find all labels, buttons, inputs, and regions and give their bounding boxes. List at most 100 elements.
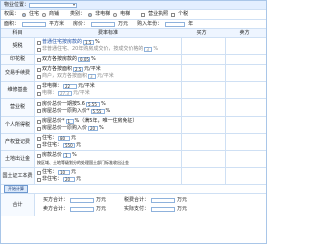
income-checkbox[interactable] — [37, 119, 41, 124]
land-checkbox[interactable] — [37, 153, 41, 158]
cert-res-checkbox[interactable] — [37, 170, 41, 175]
tax-total-field[interactable] — [151, 198, 176, 203]
buyer-cell — [182, 99, 226, 116]
table-row: 营业税 房价总价一期按5.6 5.55 % 房屋总价一原购入价* 5.55 % — [1, 99, 266, 117]
rate-input[interactable]: 20 — [88, 126, 99, 131]
maint-elevator-checkbox[interactable] — [37, 91, 41, 96]
fee-shop-checkbox[interactable] — [37, 74, 41, 79]
years-input[interactable] — [165, 21, 186, 27]
maint-checkbox[interactable] — [37, 84, 41, 89]
rate-text: 房款总价 — [42, 152, 63, 158]
rate-input[interactable]: 5.55 — [90, 108, 105, 114]
license-label: 营业执照 — [148, 11, 169, 17]
table-row: 印花税 双方各按房款的 0.05 % — [1, 55, 266, 65]
rate-text: 双方各按房款的 — [42, 56, 78, 62]
income-diff-checkbox[interactable] — [37, 126, 41, 131]
row-deed-tax-label: 契税 — [1, 38, 35, 54]
table-row: 产权登记费 住宅： 80 元 非住宅： 550 元 — [1, 134, 266, 151]
rate-input[interactable]: 20 — [63, 177, 76, 182]
rate-input[interactable]: 1.5 — [83, 40, 95, 45]
nature-radio-shop[interactable] — [42, 12, 47, 17]
col-rate: 费率标准 — [97, 29, 118, 36]
rate-input[interactable]: 1 — [65, 119, 74, 124]
rate-text: 房价总价一期按5.6 — [42, 100, 85, 107]
row-rate-cell: 住宅： 80 元 非住宅： 550 元 — [35, 134, 182, 150]
area-unit: 平方米 — [49, 20, 65, 27]
table-row: 国土证工本费 住宅： 10 元 非住宅： 20 元 — [1, 168, 266, 185]
area-price-row: 面积： 平方米 房价： 万元 购入年份： 年 — [1, 20, 266, 29]
fee-checkbox[interactable] — [37, 67, 41, 72]
type-radio-elevator[interactable] — [113, 12, 118, 17]
location-select[interactable] — [29, 2, 78, 8]
buyer-total-label: 买方合计： — [43, 197, 69, 203]
seller-total-field[interactable] — [70, 207, 95, 212]
rate-input[interactable]: 2.5 — [73, 67, 84, 72]
rate-input[interactable]: 550 — [63, 143, 76, 148]
row-rate-cell: 非电梯： 22 元/平米 电梯： 27.3 元/平米 — [35, 82, 182, 98]
actual-total-field[interactable] — [151, 207, 176, 212]
seller-cell — [226, 134, 269, 150]
fee-calculator: 物业位置： 权属： 住宅 商铺 类别： 非电梯 电梯 营业执照 个税 面积： 平… — [0, 0, 267, 244]
seller-cell — [226, 82, 269, 98]
tax-total-unit: 万元 — [177, 197, 188, 203]
nature-radio-residential[interactable] — [22, 12, 27, 17]
location-row: 物业位置： — [1, 1, 266, 10]
type-label: 类别： — [70, 11, 86, 17]
reg-nonres-checkbox[interactable] — [37, 143, 41, 148]
row-rate-cell: 双方各按面积 2.5 元/平米 商户，双方各按面积 3 元/平米 — [35, 65, 182, 81]
area-input[interactable] — [22, 21, 47, 27]
price-label: 房价： — [73, 20, 89, 27]
rate-input[interactable]: 5.55 — [85, 101, 100, 107]
rate-unit: %（满5年，唯一住房免征） — [74, 118, 138, 124]
rate-text: 房屋总价* — [42, 118, 65, 124]
row-rate-cell: 住宅： 10 元 非住宅： 20 元 — [35, 168, 182, 184]
tax-total-label: 税费合计： — [124, 197, 150, 203]
rate-text: 住宅： — [42, 169, 58, 175]
table-row: 契税 普通住宅按房款的 1.5 % 非普通住宅、20年购房成交价，按成交价格的 … — [1, 38, 266, 55]
cert-nonres-checkbox[interactable] — [37, 177, 41, 182]
buyer-cell — [182, 82, 226, 98]
biz-diff-checkbox[interactable] — [37, 109, 41, 113]
seller-cell — [226, 117, 269, 133]
rate-input[interactable]: 22 — [63, 84, 78, 89]
col-seller: 卖方 — [239, 29, 250, 36]
rate-text: 双方各按面积 — [42, 66, 73, 72]
rate-unit: 元/平米 — [78, 83, 95, 89]
type-radio-no-elevator[interactable] — [88, 12, 93, 17]
rate-input[interactable]: 10 — [58, 170, 71, 175]
rate-input[interactable]: 0.05 — [78, 57, 91, 62]
row-transaction-fee-label: 交易手续费 — [1, 65, 35, 81]
stamp-checkbox[interactable] — [37, 57, 41, 62]
calc-row: 开始计算 — [1, 185, 266, 194]
buyer-cell — [182, 168, 226, 184]
rate-unit: 元/平米 — [97, 73, 114, 79]
calculate-button[interactable]: 开始计算 — [4, 185, 28, 193]
license-checkbox[interactable] — [141, 12, 146, 17]
rate-input[interactable]: 3 — [144, 47, 153, 52]
deed-ordinary-checkbox[interactable] — [37, 40, 41, 45]
rate-unit: 元 — [71, 135, 77, 141]
rate-unit: % — [105, 107, 111, 114]
nature-label: 权属： — [4, 11, 20, 17]
rate-input[interactable]: 80 — [58, 136, 71, 141]
area-label: 面积： — [4, 20, 20, 27]
row-land-fee-label: 土地出让金 — [1, 151, 35, 167]
biz-checkbox[interactable] — [37, 102, 41, 106]
price-unit: 万元 — [118, 20, 129, 27]
buyer-total-field[interactable] — [70, 198, 95, 203]
rate-input[interactable]: 3 — [88, 74, 97, 79]
property-options-row: 权属： 住宅 商铺 类别： 非电梯 电梯 营业执照 个税 — [1, 10, 266, 20]
reg-res-checkbox[interactable] — [37, 136, 41, 141]
deed-nonordinary-checkbox[interactable] — [37, 47, 41, 52]
tax-checkbox[interactable] — [171, 12, 176, 17]
seller-cell — [226, 38, 269, 54]
buyer-cell — [182, 55, 226, 64]
rate-input[interactable]: 1 — [63, 153, 72, 158]
rate-text: 商户，双方各按面积 — [42, 73, 88, 79]
rate-input[interactable]: 27.3 — [58, 91, 73, 96]
rate-unit: % — [153, 46, 159, 52]
row-stamp-tax-label: 印花税 — [1, 55, 35, 64]
buyer-cell — [182, 38, 226, 54]
table-row: 土地出让金 房款总价 1 % 按区域、土地等级划分的处理国土部门标准收出让金 — [1, 151, 266, 168]
price-input[interactable] — [91, 21, 116, 27]
